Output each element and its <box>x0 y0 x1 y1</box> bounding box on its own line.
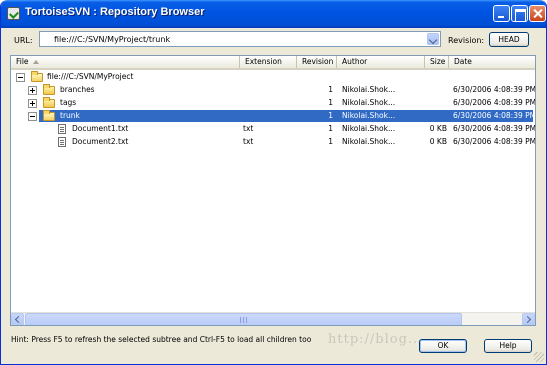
hint-text: Hint: Press F5 to refresh the selected s… <box>11 335 312 344</box>
column-size[interactable]: Size <box>425 56 449 68</box>
row-size <box>425 97 447 109</box>
revision-head-button[interactable]: HEAD <box>489 32 529 47</box>
scrollbar-thumb[interactable] <box>25 313 462 325</box>
row-size: 0 KB <box>429 137 447 146</box>
row-revision: 1 <box>328 124 333 133</box>
sort-ascending-icon <box>33 60 39 64</box>
revision-label: Revision: <box>448 36 485 45</box>
tree-row-trunk[interactable]: trunk 1 Nikolai.Shok... 6/30/2006 4:08:3… <box>11 110 535 122</box>
column-date[interactable]: Date <box>449 56 535 68</box>
column-author-label: Author <box>342 57 368 66</box>
collapse-icon[interactable] <box>28 112 37 121</box>
tree-row-document1[interactable]: Document1.txt txt 1 Nikolai.Shok... 0 KB… <box>11 123 535 135</box>
row-name: tags <box>60 98 77 107</box>
maximize-button[interactable] <box>511 5 528 22</box>
row-size: 0 KB <box>429 124 447 133</box>
row-date: 6/30/2006 4:08:39 PM <box>453 98 535 107</box>
row-date: 6/30/2006 4:08:39 PM <box>453 85 535 94</box>
window-title: TortoiseSVN : Repository Browser <box>25 6 205 18</box>
row-extension <box>243 97 295 109</box>
tree-row-branches[interactable]: branches 1 Nikolai.Shok... 6/30/2006 4:0… <box>11 84 535 96</box>
row-revision: 1 <box>328 85 333 94</box>
row-extension <box>243 110 295 122</box>
row-name: Document1.txt <box>72 124 129 133</box>
row-author: Nikolai.Shok... <box>342 124 396 133</box>
scroll-left-icon[interactable] <box>11 313 24 325</box>
text-file-icon <box>58 124 66 134</box>
folder-icon <box>43 84 55 95</box>
column-extension[interactable]: Extension <box>240 56 297 68</box>
scroll-right-icon[interactable] <box>522 313 535 325</box>
row-name: Document2.txt <box>72 137 129 146</box>
row-extension: txt <box>243 124 254 133</box>
ok-button[interactable]: OK <box>419 339 467 353</box>
column-file[interactable]: File <box>11 56 240 68</box>
row-date: 6/30/2006 4:08:39 PM <box>453 137 535 146</box>
tortoisesvn-app-icon <box>7 7 20 20</box>
row-size <box>425 110 447 122</box>
row-author: Nikolai.Shok... <box>342 111 396 120</box>
row-revision: 1 <box>328 137 333 146</box>
column-author[interactable]: Author <box>337 56 425 68</box>
url-value[interactable]: file:///C:/SVN/MyProject/trunk <box>54 35 170 44</box>
row-name: trunk <box>60 111 80 120</box>
column-extension-label: Extension <box>245 57 282 66</box>
row-name: branches <box>60 85 95 94</box>
row-size <box>425 84 447 96</box>
folder-open-icon <box>31 71 43 82</box>
close-button[interactable] <box>529 5 546 22</box>
row-date: 6/30/2006 4:08:39 PM <box>453 111 535 120</box>
text-file-icon <box>58 137 66 147</box>
row-extension <box>243 84 295 96</box>
watermark-text: http://blog... <box>328 332 424 347</box>
row-author: Nikolai.Shok... <box>342 85 396 94</box>
title-bar[interactable]: TortoiseSVN : Repository Browser <box>1 0 546 28</box>
chevron-down-icon[interactable] <box>427 33 439 45</box>
tree-row-tags[interactable]: tags 1 Nikolai.Shok... 6/30/2006 4:08:39… <box>11 97 535 109</box>
horizontal-scrollbar[interactable] <box>11 312 535 325</box>
expand-icon[interactable] <box>28 86 37 95</box>
row-name: file:///C:/SVN/MyProject <box>47 72 134 81</box>
row-author: Nikolai.Shok... <box>342 137 396 146</box>
row-revision: 1 <box>328 111 333 120</box>
tree-row-root[interactable]: file:///C:/SVN/MyProject <box>11 71 535 83</box>
url-combobox[interactable]: file:///C:/SVN/MyProject/trunk <box>39 31 441 47</box>
minimize-button[interactable] <box>493 5 510 22</box>
collapse-icon[interactable] <box>16 73 25 82</box>
column-size-label: Size <box>430 57 446 66</box>
column-revision[interactable]: Revision <box>297 56 337 68</box>
column-file-label: File <box>16 57 29 66</box>
expand-icon[interactable] <box>28 99 37 108</box>
column-revision-label: Revision <box>302 57 334 66</box>
repository-browser-window: TortoiseSVN : Repository Browser URL: fi… <box>0 0 547 365</box>
column-header: File Extension Revision Author Size Date <box>11 56 535 70</box>
url-label: URL: <box>14 36 33 45</box>
tree-row-document2[interactable]: Document2.txt txt 1 Nikolai.Shok... 0 KB… <box>11 136 535 148</box>
help-button[interactable]: Help <box>484 339 532 353</box>
folder-icon <box>43 97 55 108</box>
folder-open-icon <box>43 110 55 121</box>
row-revision: 1 <box>328 98 333 107</box>
resize-grip-icon[interactable] <box>534 352 544 362</box>
row-date: 6/30/2006 4:08:39 PM <box>453 124 535 133</box>
row-author: Nikolai.Shok... <box>342 98 396 107</box>
row-extension: txt <box>243 137 254 146</box>
grip-icon <box>240 317 247 323</box>
column-date-label: Date <box>454 57 472 66</box>
repository-tree-list[interactable]: File Extension Revision Author Size Date <box>10 55 536 326</box>
